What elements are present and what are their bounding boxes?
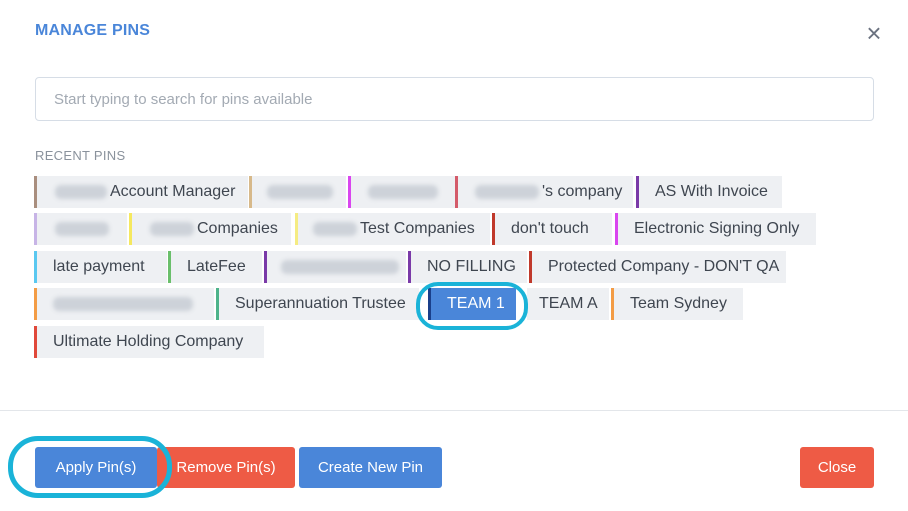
pin-chip[interactable]: NO FILLING — [408, 251, 527, 283]
pin-label: Superannuation Trustee — [235, 295, 406, 312]
pin-label: Companies — [197, 220, 278, 237]
pin-label: 's company — [542, 183, 623, 200]
redacted-text — [475, 185, 539, 199]
pin-label: TEAM 1 — [447, 295, 505, 312]
pin-label: Ultimate Holding Company — [53, 333, 244, 350]
pin-label: TEAM A — [539, 295, 598, 312]
pin-search-input[interactable] — [35, 77, 874, 121]
pin-chip[interactable]: Superannuation Trustee — [216, 288, 419, 320]
pin-chip[interactable]: Protected Company - DON'T QA — [529, 251, 786, 283]
pin-chip[interactable] — [249, 176, 346, 208]
redacted-text — [55, 222, 109, 236]
create-new-pin-button[interactable]: Create New Pin — [299, 447, 442, 488]
close-button[interactable]: Close — [800, 447, 874, 488]
remove-pins-button[interactable]: Remove Pin(s) — [157, 447, 295, 488]
pin-label: Team Sydney — [630, 295, 727, 312]
redacted-text — [53, 297, 193, 311]
pin-label: don't touch — [511, 220, 589, 237]
apply-pins-button[interactable]: Apply Pin(s) — [35, 447, 157, 488]
pin-label: AS With Invoice — [655, 183, 768, 200]
pin-chip[interactable]: Ultimate Holding Company — [34, 326, 264, 358]
pin-chip[interactable]: 's company — [455, 176, 633, 208]
close-icon[interactable]: × — [862, 20, 886, 46]
pin-label: LateFee — [187, 258, 246, 275]
pin-chip[interactable] — [34, 288, 214, 320]
pin-label: NO FILLING — [427, 258, 516, 275]
footer-divider — [0, 410, 908, 411]
pin-chip[interactable]: TEAM A — [524, 288, 609, 320]
pin-chip[interactable] — [264, 251, 406, 283]
pin-chip[interactable]: Team Sydney — [611, 288, 743, 320]
pin-label: Electronic Signing Only — [634, 220, 800, 237]
redacted-text — [368, 185, 438, 199]
manage-pins-dialog: MANAGE PINS × RECENT PINS Account Manage… — [0, 0, 908, 511]
pin-chip[interactable]: Electronic Signing Only — [615, 213, 816, 245]
redacted-text — [267, 185, 333, 199]
pin-chip[interactable]: Test Companies — [295, 213, 490, 245]
pin-chip[interactable]: TEAM 1 — [428, 288, 516, 320]
pin-chip[interactable] — [348, 176, 455, 208]
pin-chip[interactable]: don't touch — [492, 213, 612, 245]
pin-label: late payment — [53, 258, 145, 275]
redacted-text — [281, 260, 399, 274]
recent-pins-label: RECENT PINS — [35, 148, 126, 163]
pin-label: Protected Company - DON'T QA — [548, 258, 780, 275]
redacted-text — [313, 222, 357, 236]
dialog-title: MANAGE PINS — [35, 22, 151, 39]
redacted-text — [150, 222, 194, 236]
pin-chip[interactable]: Companies — [129, 213, 291, 245]
pin-chip[interactable]: LateFee — [168, 251, 262, 283]
pin-chip[interactable] — [34, 213, 127, 245]
pin-label: Test Companies — [360, 220, 475, 237]
pin-label: Account Manager — [110, 183, 236, 200]
pin-chip[interactable]: AS With Invoice — [636, 176, 782, 208]
pin-chip[interactable]: late payment — [34, 251, 167, 283]
pin-chip[interactable]: Account Manager — [34, 176, 248, 208]
redacted-text — [55, 185, 107, 199]
